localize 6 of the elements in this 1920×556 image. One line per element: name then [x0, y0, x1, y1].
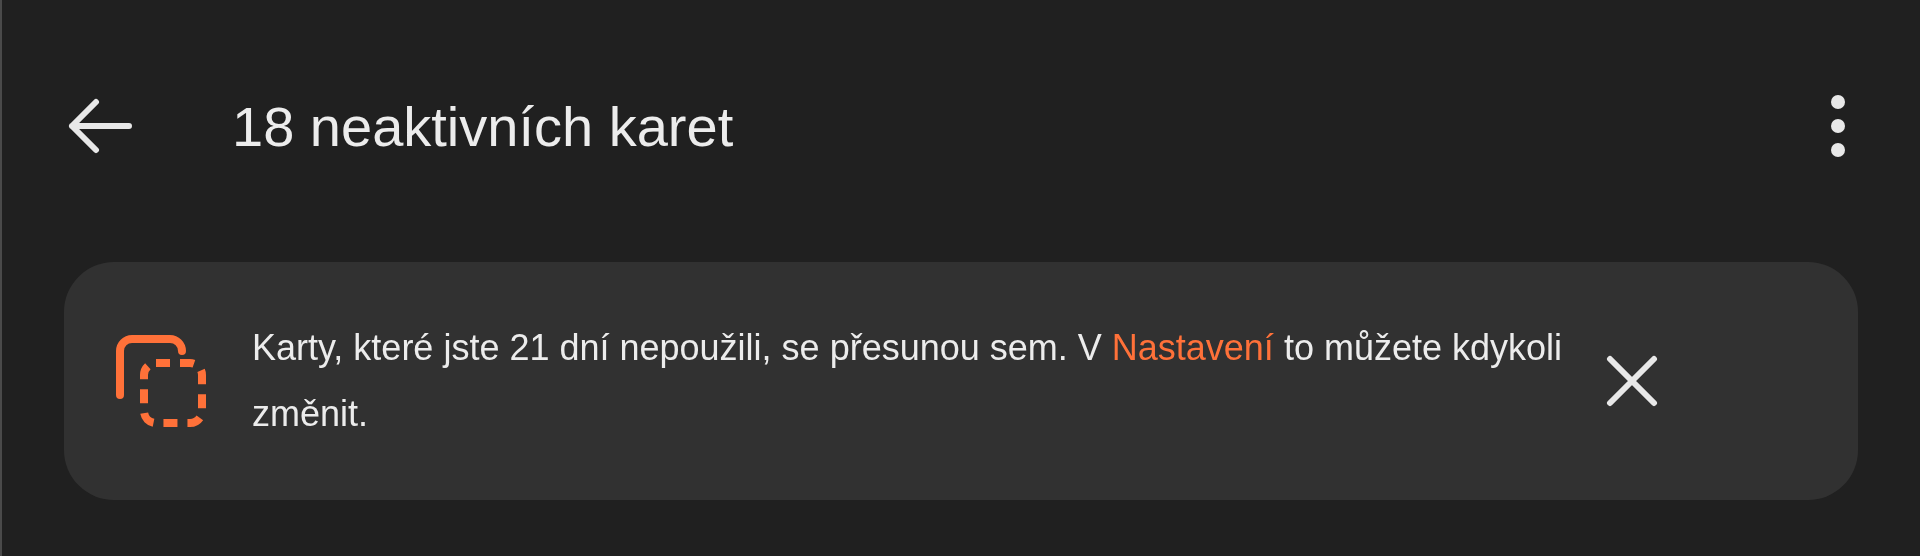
- page-title: 18 neaktivních karet: [232, 93, 735, 159]
- back-arrow-icon: [66, 98, 132, 154]
- settings-link[interactable]: Nastavení: [1111, 327, 1274, 368]
- close-icon: [1606, 355, 1658, 407]
- banner-message: Karty, které jste 21 dní nepoužili, se přesunou sem. V Nastavení to můžete kdykoli změnit.: [252, 326, 1563, 436]
- more-vertical-icon: [1830, 94, 1846, 158]
